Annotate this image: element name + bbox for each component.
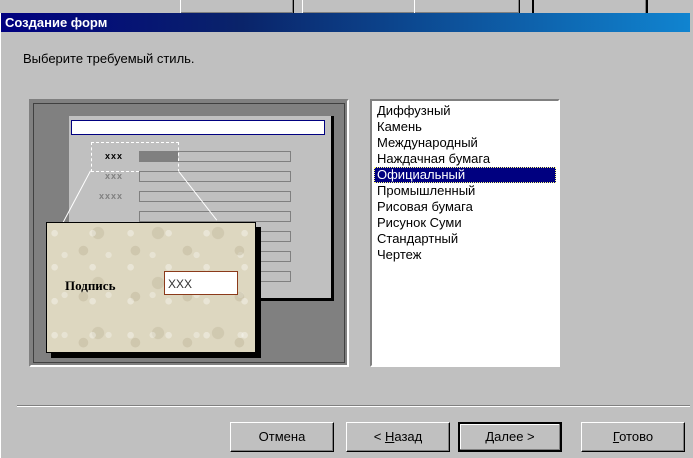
- preview-caption-field: XXX: [164, 271, 238, 295]
- dialog-title: Создание форм: [1, 13, 690, 32]
- style-option-diffuse[interactable]: Диффузный: [374, 103, 556, 119]
- style-prompt: Выберите требуемый стиль.: [23, 51, 195, 66]
- style-option-rice-paper[interactable]: Рисовая бумага: [374, 199, 556, 215]
- style-option-standard[interactable]: Стандартный: [374, 231, 556, 247]
- next-label: алее >: [494, 429, 535, 444]
- button-separator: [17, 405, 690, 407]
- cropped-button: [302, 0, 416, 14]
- finish-button[interactable]: Готово: [581, 422, 685, 452]
- preview-row-label: xxxx: [99, 191, 124, 201]
- form-wizard-dialog: Создание форм Выберите требуемый стиль. …: [0, 13, 690, 458]
- style-option-international[interactable]: Международный: [374, 135, 556, 151]
- style-option-sumi-painting[interactable]: Рисунок Суми: [374, 215, 556, 231]
- preview-row-field: [139, 171, 291, 182]
- cropped-button: [180, 0, 294, 14]
- back-label: азад: [394, 429, 423, 444]
- preview-row-field: [139, 151, 291, 162]
- style-option-industrial[interactable]: Промышленный: [374, 183, 556, 199]
- style-option-sandpaper[interactable]: Наждачная бумага: [374, 151, 556, 167]
- preview-row-field: [139, 191, 291, 202]
- background-top-strip: [0, 0, 693, 16]
- back-button[interactable]: < Назад: [346, 422, 450, 452]
- back-prefix: <: [373, 429, 385, 444]
- next-button[interactable]: Далее >: [458, 422, 562, 452]
- cancel-button[interactable]: Отмена: [230, 422, 334, 452]
- preview-zoom-card: Подпись XXX: [46, 222, 256, 353]
- preview-row-label: xxx: [105, 151, 124, 161]
- style-option-blueprint[interactable]: Чертеж: [374, 247, 556, 263]
- style-preview: xxx xxx xxxx Подпись XXX: [29, 99, 349, 367]
- preview-caption-label: Подпись: [65, 278, 116, 293]
- next-accelerator: Д: [485, 429, 495, 444]
- preview-title-bar: [71, 120, 325, 135]
- preview-row-label: xxx: [105, 171, 124, 181]
- back-accelerator: Н: [384, 429, 395, 444]
- cropped-button: [414, 0, 520, 14]
- finish-label: отово: [619, 429, 654, 444]
- style-option-stone[interactable]: Камень: [374, 119, 556, 135]
- cancel-label: Отмена: [258, 429, 306, 444]
- style-option-official[interactable]: Официальный: [374, 167, 556, 183]
- style-listbox[interactable]: Диффузный Камень Международный Наждачная…: [370, 99, 560, 367]
